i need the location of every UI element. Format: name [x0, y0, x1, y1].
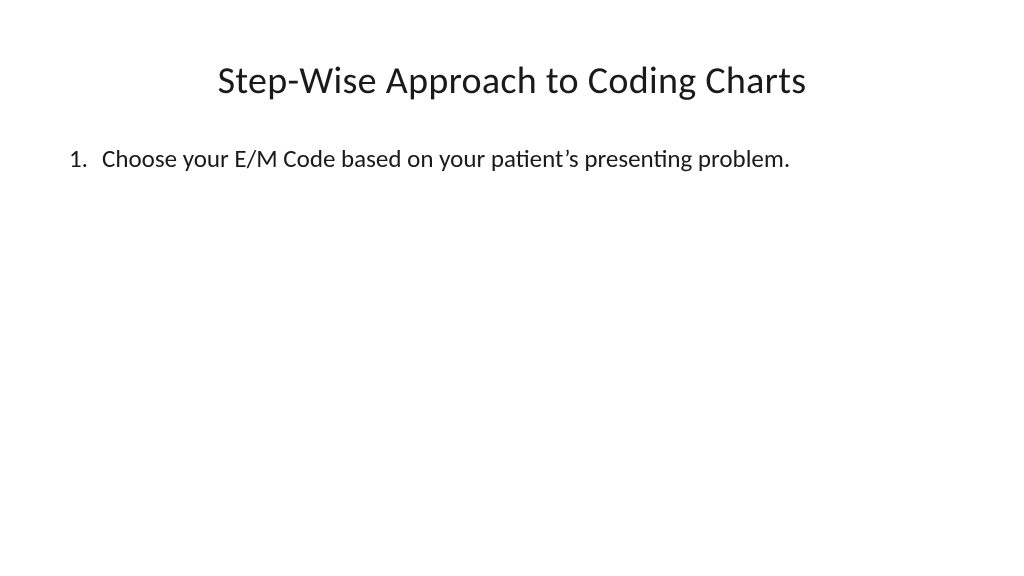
- slide-title: Step-Wise Approach to Coding Charts: [40, 58, 984, 104]
- slide-container: Step-Wise Approach to Coding Charts 1. C…: [0, 0, 1024, 576]
- numbered-list: 1. Choose your E/M Code based on your pa…: [40, 142, 984, 176]
- list-item-number: 1.: [58, 142, 88, 176]
- list-item-text: Choose your E/M Code based on your patie…: [102, 142, 984, 176]
- list-item: 1. Choose your E/M Code based on your pa…: [58, 142, 984, 176]
